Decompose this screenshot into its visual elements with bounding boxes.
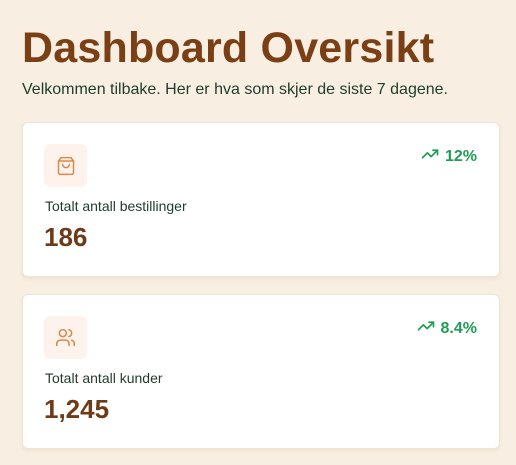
page-title: Dashboard Oversikt: [22, 24, 435, 72]
trend-value: 12%: [444, 148, 477, 165]
trending-up-icon: [421, 145, 439, 169]
shopping-bag-icon: [44, 144, 87, 187]
stat-value: 1,245: [44, 394, 110, 424]
stat-card-customers: 8.4% Totalt antall kunder 1,245: [22, 294, 500, 449]
trend-value: 8.4%: [440, 320, 477, 337]
stat-label: Totalt antall kunder: [45, 370, 163, 386]
stat-label: Totalt antall bestillinger: [45, 198, 187, 214]
trend-badge-orders: 12%: [421, 145, 477, 169]
stat-value: 186: [44, 222, 88, 252]
trending-up-icon: [417, 317, 435, 341]
page-subtitle: Velkommen tilbake. Her er hva som skjer …: [22, 81, 448, 98]
users-icon: [44, 316, 87, 359]
stat-card-orders: 12% Totalt antall bestillinger 186: [22, 122, 500, 277]
trend-badge-customers: 8.4%: [417, 317, 477, 341]
